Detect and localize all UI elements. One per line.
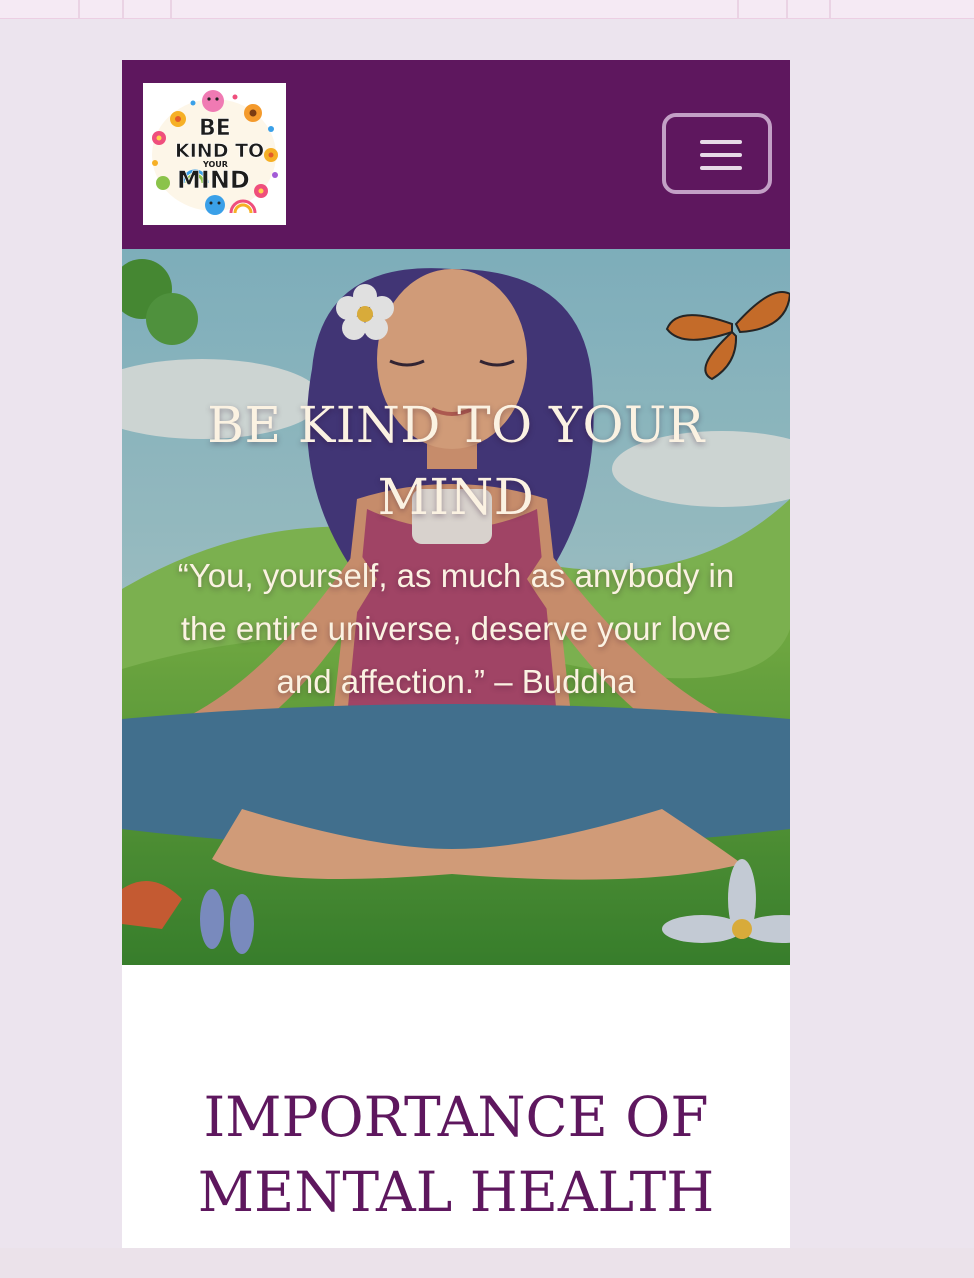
- logo-illustration: BE KIND TO YOUR MIND: [143, 83, 286, 225]
- svg-text:KIND TO: KIND TO: [175, 140, 264, 162]
- site-logo[interactable]: BE KIND TO YOUR MIND: [143, 83, 286, 225]
- hero-section: BE KIND TO YOUR MIND “You, yourself, as …: [122, 249, 790, 965]
- divider: [737, 0, 739, 18]
- section-title: IMPORTANCE OF MENTAL HEALTH: [197, 1085, 715, 1224]
- menu-icon: [700, 140, 742, 144]
- divider: [786, 0, 788, 18]
- menu-icon-bar: [700, 153, 742, 157]
- browser-bottom-strip: [0, 1248, 974, 1278]
- menu-icon-bar: [700, 166, 742, 170]
- svg-text:MIND: MIND: [177, 166, 250, 194]
- mobile-page: BE KIND TO YOUR MIND BE KIND TO YOUR MIN…: [122, 60, 790, 1248]
- menu-toggle-button[interactable]: [662, 113, 772, 194]
- navbar: BE KIND TO YOUR MIND: [122, 60, 790, 249]
- divider: [78, 0, 80, 18]
- hero-title: BE KIND TO YOUR MIND: [207, 396, 705, 526]
- browser-top-strip: [0, 0, 974, 19]
- divider: [170, 0, 172, 18]
- divider: [829, 0, 831, 18]
- divider: [122, 0, 124, 18]
- hero-quote: “You, yourself, as much as anybody in th…: [177, 557, 735, 700]
- svg-text:BE: BE: [199, 116, 231, 141]
